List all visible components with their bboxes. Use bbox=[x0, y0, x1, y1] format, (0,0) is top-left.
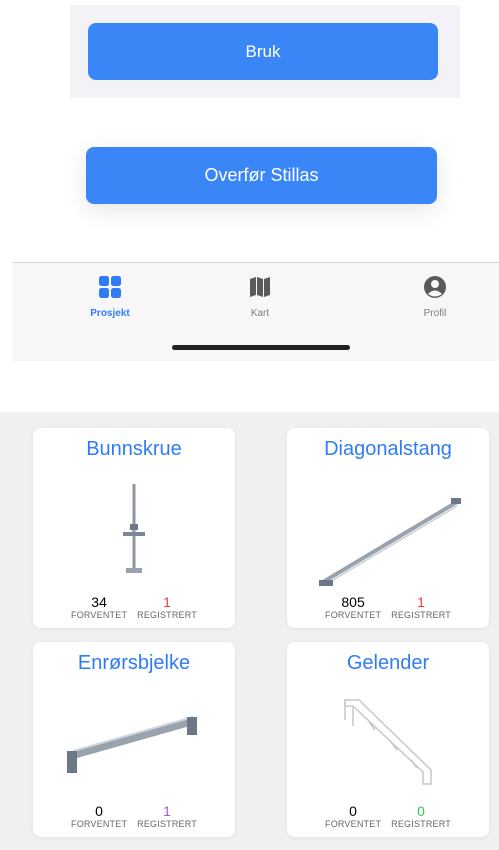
map-icon bbox=[248, 277, 272, 302]
home-indicator bbox=[172, 345, 350, 350]
card-title: Bunnskrue bbox=[86, 438, 182, 460]
registered-stat: 1 REGISTRERT bbox=[137, 803, 197, 829]
expected-stat: 0 FORVENTET bbox=[325, 803, 382, 829]
bunnskrue-image bbox=[123, 484, 145, 573]
overfor-stillas-button[interactable]: Overfør Stillas bbox=[86, 147, 437, 204]
card-stats: 0 FORVENTET 1 REGISTRERT bbox=[33, 803, 235, 829]
card-stats: 805 FORVENTET 1 REGISTRERT bbox=[287, 594, 489, 620]
tab-bar: Prosjekt Kart Profil bbox=[12, 262, 499, 361]
expected-stat: 34 FORVENTET bbox=[71, 594, 128, 620]
tab-prosjekt-label: Prosjekt bbox=[90, 308, 130, 319]
tab-profil[interactable]: Profil bbox=[385, 275, 485, 319]
card-diagonalstang[interactable]: Diagonalstang 805 FORVENTET 1 REGISTRERT bbox=[287, 428, 489, 628]
tab-prosjekt[interactable]: Prosjekt bbox=[60, 275, 160, 319]
card-bunnskrue[interactable]: Bunnskrue 34 FORVENTET 1 REGISTRERT bbox=[33, 428, 235, 628]
card-title: Gelender bbox=[346, 652, 430, 674]
expected-stat: 805 FORVENTET bbox=[325, 594, 382, 620]
component-grid: Bunnskrue 34 FORVENTET 1 REGISTRERT Diag… bbox=[0, 412, 499, 850]
card-title: Enrørsbjelke bbox=[77, 652, 191, 674]
card-enrorsbjelke[interactable]: Enrørsbjelke 0 FORVENTET 1 REGISTRERT bbox=[33, 642, 235, 837]
person-icon bbox=[423, 276, 447, 302]
registered-stat: 0 REGISTRERT bbox=[391, 803, 451, 829]
registered-stat: 1 REGISTRERT bbox=[391, 594, 451, 620]
top-panel: Bruk bbox=[70, 5, 460, 98]
tab-profil-label: Profil bbox=[423, 308, 447, 319]
registered-stat: 1 REGISTRERT bbox=[137, 594, 197, 620]
diagonalstang-image bbox=[319, 498, 461, 587]
grid-icon bbox=[98, 276, 122, 302]
tab-kart[interactable]: Kart bbox=[210, 275, 310, 319]
gelender-image bbox=[344, 699, 432, 785]
expected-stat: 0 FORVENTET bbox=[71, 803, 128, 829]
card-title: Diagonalstang bbox=[324, 438, 452, 460]
card-gelender[interactable]: Gelender 0 FORVENTET 0 REGISTRERT bbox=[287, 642, 489, 837]
tab-kart-label: Kart bbox=[250, 308, 270, 319]
enrorsbjelke-image bbox=[67, 716, 197, 773]
card-stats: 34 FORVENTET 1 REGISTRERT bbox=[33, 594, 235, 620]
card-stats: 0 FORVENTET 0 REGISTRERT bbox=[287, 803, 489, 829]
bruk-button[interactable]: Bruk bbox=[88, 23, 438, 80]
